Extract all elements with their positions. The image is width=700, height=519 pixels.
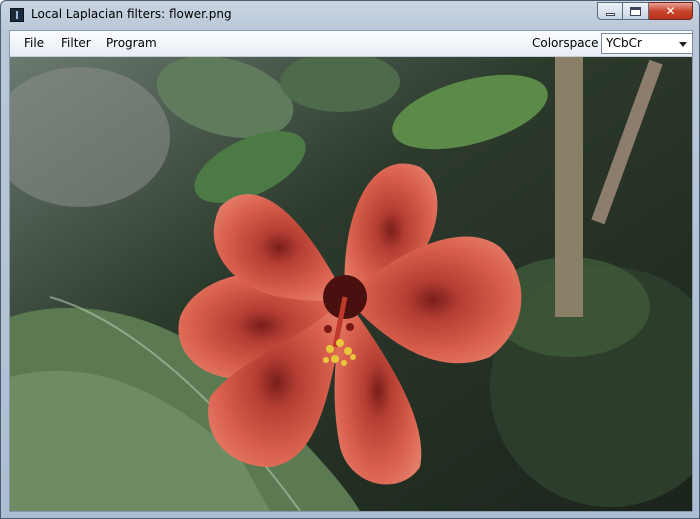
caption-buttons: ✕	[597, 2, 693, 20]
menu-filter[interactable]: Filter	[61, 36, 91, 50]
maximize-button[interactable]	[623, 2, 649, 20]
colorspace-select[interactable]: YCbCr	[601, 33, 693, 54]
minimize-button[interactable]	[597, 2, 623, 20]
colorspace-value: YCbCr	[606, 36, 642, 50]
stigma-dot	[346, 323, 354, 331]
plant-stem	[555, 57, 583, 317]
menu-bar: File Filter Program Colorspace YCbCr	[10, 31, 693, 57]
stigma-dot	[324, 325, 332, 333]
flower-image	[10, 57, 692, 511]
app-icon[interactable]	[10, 8, 24, 22]
window-title: Local Laplacian filters: flower.png	[31, 7, 232, 21]
close-icon: ✕	[665, 4, 676, 18]
menu-file[interactable]: File	[24, 36, 44, 50]
close-button[interactable]: ✕	[649, 2, 693, 20]
chevron-down-icon	[679, 42, 687, 47]
main-window: Local Laplacian filters: flower.png ✕ Fi…	[0, 0, 700, 519]
menu-program[interactable]: Program	[106, 36, 157, 50]
colorspace-label: Colorspace	[532, 36, 599, 50]
title-bar[interactable]: Local Laplacian filters: flower.png ✕	[1, 1, 699, 29]
image-canvas[interactable]	[10, 57, 692, 511]
client-area: File Filter Program Colorspace YCbCr	[9, 30, 693, 512]
